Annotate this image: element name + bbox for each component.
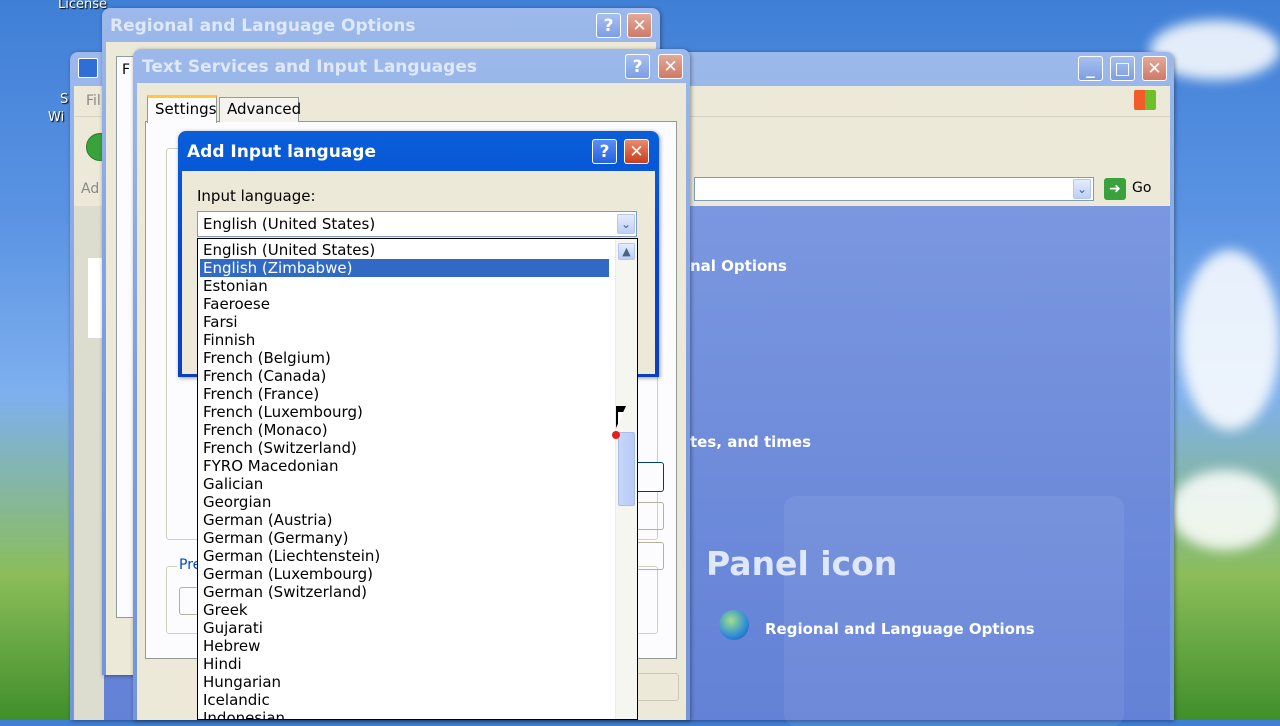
list-item[interactable]: Icelandic — [200, 691, 609, 709]
add-input-language-title: Add Input language — [187, 142, 377, 162]
list-item[interactable]: Greek — [200, 601, 609, 619]
close-button[interactable]: ✕ — [627, 13, 652, 38]
list-item[interactable]: French (Switzerland) — [200, 439, 609, 457]
address-dropdown-button[interactable]: ⌄ — [1073, 179, 1091, 199]
minimize-button[interactable]: _ — [1078, 56, 1103, 81]
control-panel-app-icon — [78, 58, 98, 78]
input-language-dropdown-button[interactable]: ⌄ — [617, 214, 635, 234]
list-item[interactable]: French (Belgium) — [200, 349, 609, 367]
input-language-dropdown-list[interactable]: English (United States) English (Zimbabwe… — [197, 238, 638, 720]
list-item[interactable]: English (Zimbabwe) — [200, 259, 609, 277]
address-label: Ad — [81, 181, 100, 197]
windows-logo-icon — [1134, 90, 1156, 110]
list-item[interactable]: Estonian — [200, 277, 609, 295]
help-icon: ? — [632, 57, 643, 77]
tab-advanced[interactable]: Advanced — [219, 97, 302, 122]
regional-language-option-link[interactable]: Regional and Language Options — [765, 620, 1035, 638]
list-item[interactable]: French (Monaco) — [200, 421, 609, 439]
close-icon: ✕ — [663, 57, 678, 77]
list-item[interactable]: Gujarati — [200, 619, 609, 637]
scroll-up-button[interactable]: ▲ — [618, 243, 635, 260]
list-item[interactable]: Faeroese — [200, 295, 609, 313]
dropdown-items: English (United States) English (Zimbabwe… — [200, 241, 609, 719]
help-button[interactable]: ? — [596, 13, 621, 38]
watermark-shape — [784, 496, 1124, 726]
link-regional-options[interactable]: nal Options — [690, 257, 787, 275]
text-services-title: Text Services and Input Languages — [142, 57, 477, 77]
input-language-select[interactable]: English (United States) ⌄ — [197, 211, 637, 237]
regional-side-fragment: F — [122, 62, 131, 78]
list-item[interactable]: Hindi — [200, 655, 609, 673]
close-button[interactable]: ✕ — [658, 54, 683, 79]
list-item[interactable]: German (Liechtenstein) — [200, 547, 609, 565]
click-indicator — [612, 431, 620, 439]
link-dates-times[interactable]: tes, and times — [690, 433, 811, 451]
list-item[interactable]: German (Luxembourg) — [200, 565, 609, 583]
mouse-cursor-inner — [618, 412, 624, 425]
regional-options-title: Regional and Language Options — [110, 16, 416, 36]
close-button[interactable]: ✕ — [1142, 56, 1167, 81]
menu-file[interactable]: Fil — [86, 93, 101, 109]
list-item[interactable]: English (United States) — [200, 241, 609, 259]
help-button[interactable]: ? — [625, 54, 650, 79]
go-label: Go — [1132, 180, 1152, 196]
list-item[interactable]: French (France) — [200, 385, 609, 403]
desktop-side-label-1: S — [60, 92, 69, 107]
help-icon: ? — [599, 142, 610, 162]
chevron-down-icon: ⌄ — [1076, 182, 1088, 196]
chevron-down-icon: ⌄ — [620, 217, 632, 231]
close-icon: ✕ — [632, 16, 647, 36]
tab-settings[interactable]: Settings — [147, 95, 217, 123]
list-item[interactable]: French (Canada) — [200, 367, 609, 385]
help-icon: ? — [603, 16, 614, 36]
globe-icon — [719, 610, 749, 640]
list-item[interactable]: Georgian — [200, 493, 609, 511]
close-icon: ✕ — [1147, 59, 1162, 79]
list-item[interactable]: Finnish — [200, 331, 609, 349]
list-item[interactable]: Farsi — [200, 313, 609, 331]
chevron-up-icon: ▲ — [622, 245, 631, 258]
list-item[interactable]: FYRO Macedonian — [200, 457, 609, 475]
dropdown-scrollbar[interactable]: ▲ — [615, 239, 637, 719]
minimize-icon: _ — [1086, 59, 1095, 79]
list-item[interactable]: French (Luxembourg) — [200, 403, 609, 421]
help-button[interactable]: ? — [592, 139, 617, 164]
tab-advanced-label: Advanced — [227, 100, 302, 118]
go-arrow-icon: ➜ — [1104, 178, 1126, 200]
list-item[interactable]: Hebrew — [200, 637, 609, 655]
list-item[interactable]: Hungarian — [200, 673, 609, 691]
input-language-label: Input language: — [197, 187, 316, 205]
desktop-side-label-2: Wi — [48, 110, 65, 125]
desktop-icon-label[interactable]: License — [58, 0, 107, 12]
list-item[interactable]: Indonesian — [200, 709, 609, 719]
list-item[interactable]: German (Switzerland) — [200, 583, 609, 601]
left-gray-strip — [74, 206, 104, 720]
tab-settings-label: Settings — [155, 100, 217, 118]
address-input[interactable] — [694, 177, 1094, 201]
close-icon: ✕ — [629, 142, 644, 162]
input-language-selected-value: English (United States) — [203, 215, 376, 233]
go-button[interactable]: ➜ Go — [1104, 177, 1164, 201]
maximize-icon: □ — [1114, 59, 1131, 79]
list-item[interactable]: German (Germany) — [200, 529, 609, 547]
list-item[interactable]: German (Austria) — [200, 511, 609, 529]
scroll-thumb[interactable] — [618, 432, 635, 506]
panel-icon-heading: Panel icon — [706, 544, 898, 583]
close-button[interactable]: ✕ — [624, 139, 649, 164]
maximize-button[interactable]: □ — [1110, 56, 1135, 81]
list-item[interactable]: Galician — [200, 475, 609, 493]
